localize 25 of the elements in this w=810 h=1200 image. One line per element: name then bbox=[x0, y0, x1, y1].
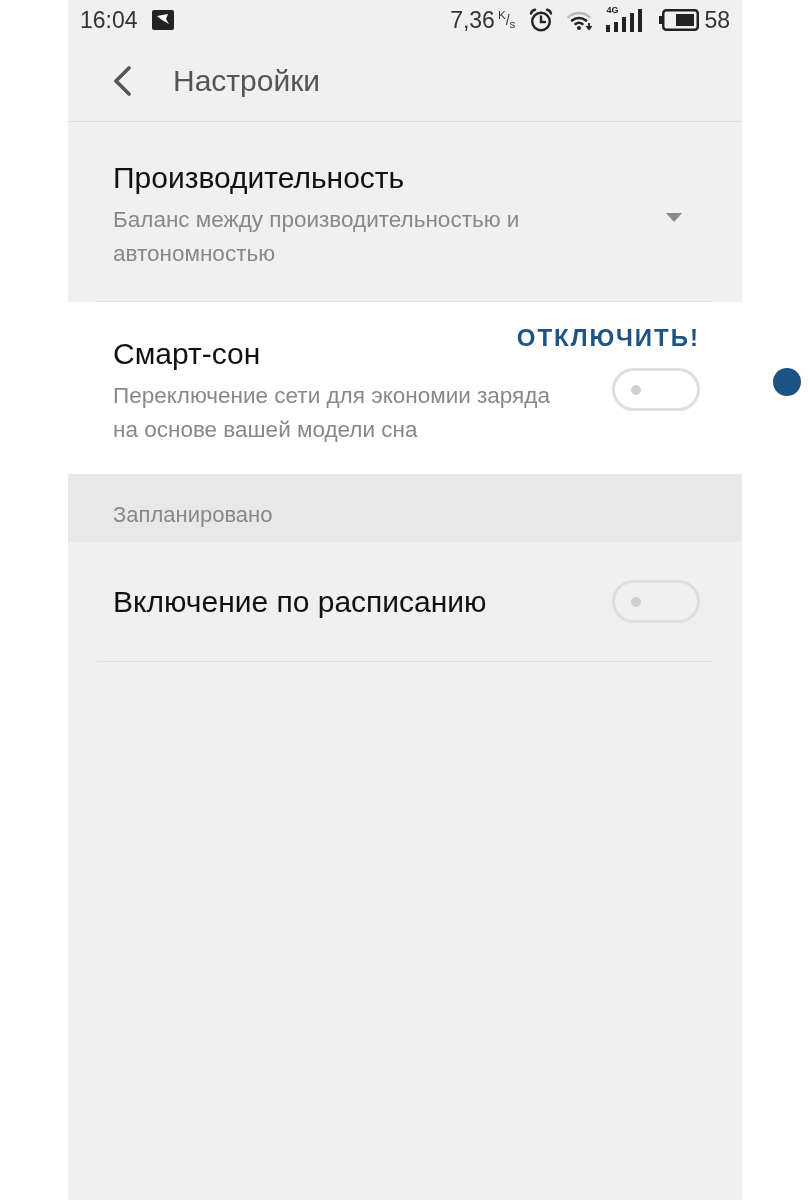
toggle-setting-row[interactable]: Смарт-сон Переключение сети для экономии заряда на основе вашей модели сна ОТКЛЮЧИТЬ! bbox=[68, 302, 742, 474]
status-time: 16:04 bbox=[80, 6, 138, 34]
section-title: Запланировано bbox=[113, 502, 273, 528]
annotation-dot-icon bbox=[773, 368, 801, 396]
toggle-switch[interactable] bbox=[612, 368, 700, 411]
toggle-setting-row[interactable]: Включение по расписанию bbox=[68, 542, 742, 661]
battery-percentage: 58 bbox=[704, 6, 730, 34]
dropdown-setting-row[interactable]: Производительность Баланс между производительностью и автономностью bbox=[68, 122, 742, 301]
callout-label: ОТКЛЮЧИТЬ! bbox=[516, 324, 700, 352]
setting-title: Производительность bbox=[113, 160, 406, 196]
screen-title: Настройки bbox=[173, 63, 321, 98]
wifi-icon bbox=[567, 9, 594, 31]
dropdown-arrow-icon[interactable] bbox=[666, 213, 682, 222]
alarm-clock-icon bbox=[529, 8, 554, 32]
network-type-label: 4G bbox=[606, 5, 619, 15]
battery-icon bbox=[659, 9, 700, 31]
setting-value: Баланс между производительностью и автономностью bbox=[113, 206, 521, 268]
network-speed: 7,36 bbox=[450, 6, 495, 34]
speed-unit: $^{K}$/$_{s}$ bbox=[497, 9, 516, 31]
setting-title: Включение по расписанию bbox=[113, 583, 488, 620]
setting-description: Переключение сети для экономии заряда на основе вашей модели сна bbox=[113, 382, 551, 444]
signal-bars-icon bbox=[606, 8, 643, 32]
back-chevron-icon bbox=[112, 65, 132, 96]
image-icon bbox=[151, 10, 174, 30]
toggle-switch[interactable] bbox=[612, 580, 700, 623]
